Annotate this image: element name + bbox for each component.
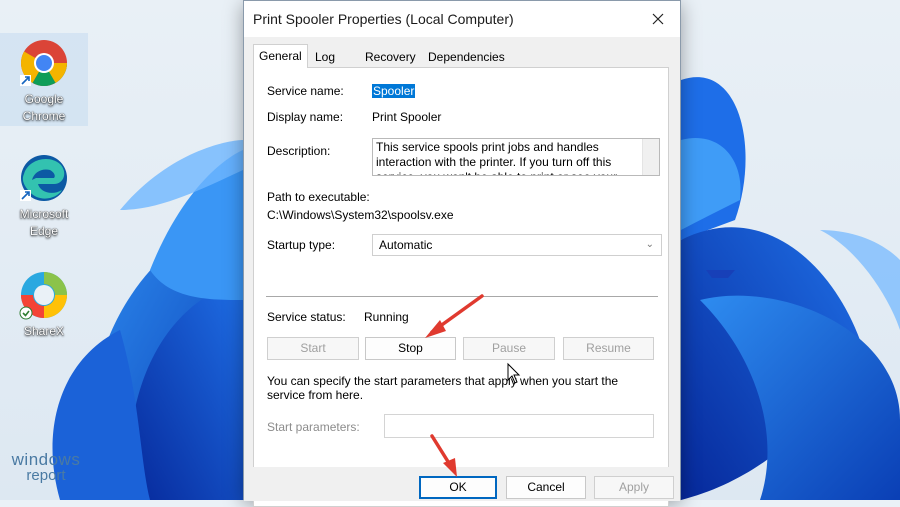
path-label: Path to executable: — [267, 190, 370, 204]
desktop-icon-label: Edge — [29, 224, 59, 238]
start-params-input[interactable] — [384, 414, 654, 438]
edge-icon — [20, 155, 67, 201]
close-icon — [652, 13, 664, 25]
desktop-icon-sharex[interactable]: ShareX — [0, 265, 88, 345]
startup-type-select[interactable]: Automatic ⌄ — [372, 234, 662, 256]
divider — [266, 296, 658, 297]
description-text: This service spools print jobs and handl… — [376, 140, 617, 175]
pause-button[interactable]: Pause — [463, 337, 555, 360]
tab-general[interactable]: General — [253, 44, 308, 68]
apply-button[interactable]: Apply — [594, 476, 674, 499]
chrome-icon — [20, 40, 67, 86]
start-params-label: Start parameters: — [267, 420, 360, 434]
service-name-value[interactable]: Spooler — [372, 84, 416, 98]
desktop-icon-label: Microsoft — [19, 207, 69, 221]
title-bar[interactable]: Print Spooler Properties (Local Computer… — [244, 1, 680, 37]
close-button[interactable] — [636, 1, 680, 37]
stop-button[interactable]: Stop — [365, 337, 456, 360]
dialog-title: Print Spooler Properties (Local Computer… — [253, 11, 514, 27]
description-scrollbar[interactable] — [642, 139, 659, 175]
startup-type-value: Automatic — [379, 238, 433, 252]
service-status-label: Service status: — [267, 310, 346, 324]
sharex-icon — [19, 272, 67, 320]
tab-dependencies[interactable]: Dependencies — [422, 46, 511, 66]
path-value: C:\Windows\System32\spoolsv.exe — [267, 208, 454, 222]
resume-button[interactable]: Resume — [563, 337, 654, 360]
desktop-icon-google-chrome[interactable]: Google Chrome — [0, 33, 88, 126]
display-name-label: Display name: — [267, 110, 344, 124]
tab-log-on[interactable]: Log On — [309, 46, 341, 84]
cancel-button[interactable]: Cancel — [506, 476, 586, 499]
startup-type-label: Startup type: — [267, 238, 336, 252]
watermark-line1: windows — [11, 450, 81, 469]
description-label: Description: — [267, 144, 331, 158]
watermark-line2: report — [26, 467, 66, 484]
dialog-footer: OK Cancel Apply — [244, 467, 680, 501]
tab-recovery[interactable]: Recovery — [359, 46, 422, 66]
service-name-label: Service name: — [267, 84, 344, 98]
desktop-icon-label: ShareX — [23, 324, 65, 338]
service-status-value: Running — [364, 310, 409, 324]
chevron-down-icon: ⌄ — [645, 239, 654, 250]
properties-dialog: Print Spooler Properties (Local Computer… — [243, 0, 681, 507]
service-name-selected-text: Spooler — [372, 84, 416, 98]
desktop-icon-label: Google — [24, 92, 64, 106]
windows-report-watermark: windows report — [6, 450, 86, 484]
desktop-icon-label: Chrome — [22, 109, 66, 123]
desktop-icon-microsoft-edge[interactable]: Microsoft Edge — [0, 148, 88, 243]
start-params-note: You can specify the start parameters tha… — [267, 374, 619, 402]
ok-button[interactable]: OK — [419, 476, 497, 499]
display-name-value[interactable]: Print Spooler — [372, 110, 441, 124]
description-textbox[interactable]: This service spools print jobs and handl… — [372, 138, 660, 176]
start-button[interactable]: Start — [267, 337, 359, 360]
general-tab-panel: Service name: Spooler Display name: Prin… — [253, 67, 669, 507]
